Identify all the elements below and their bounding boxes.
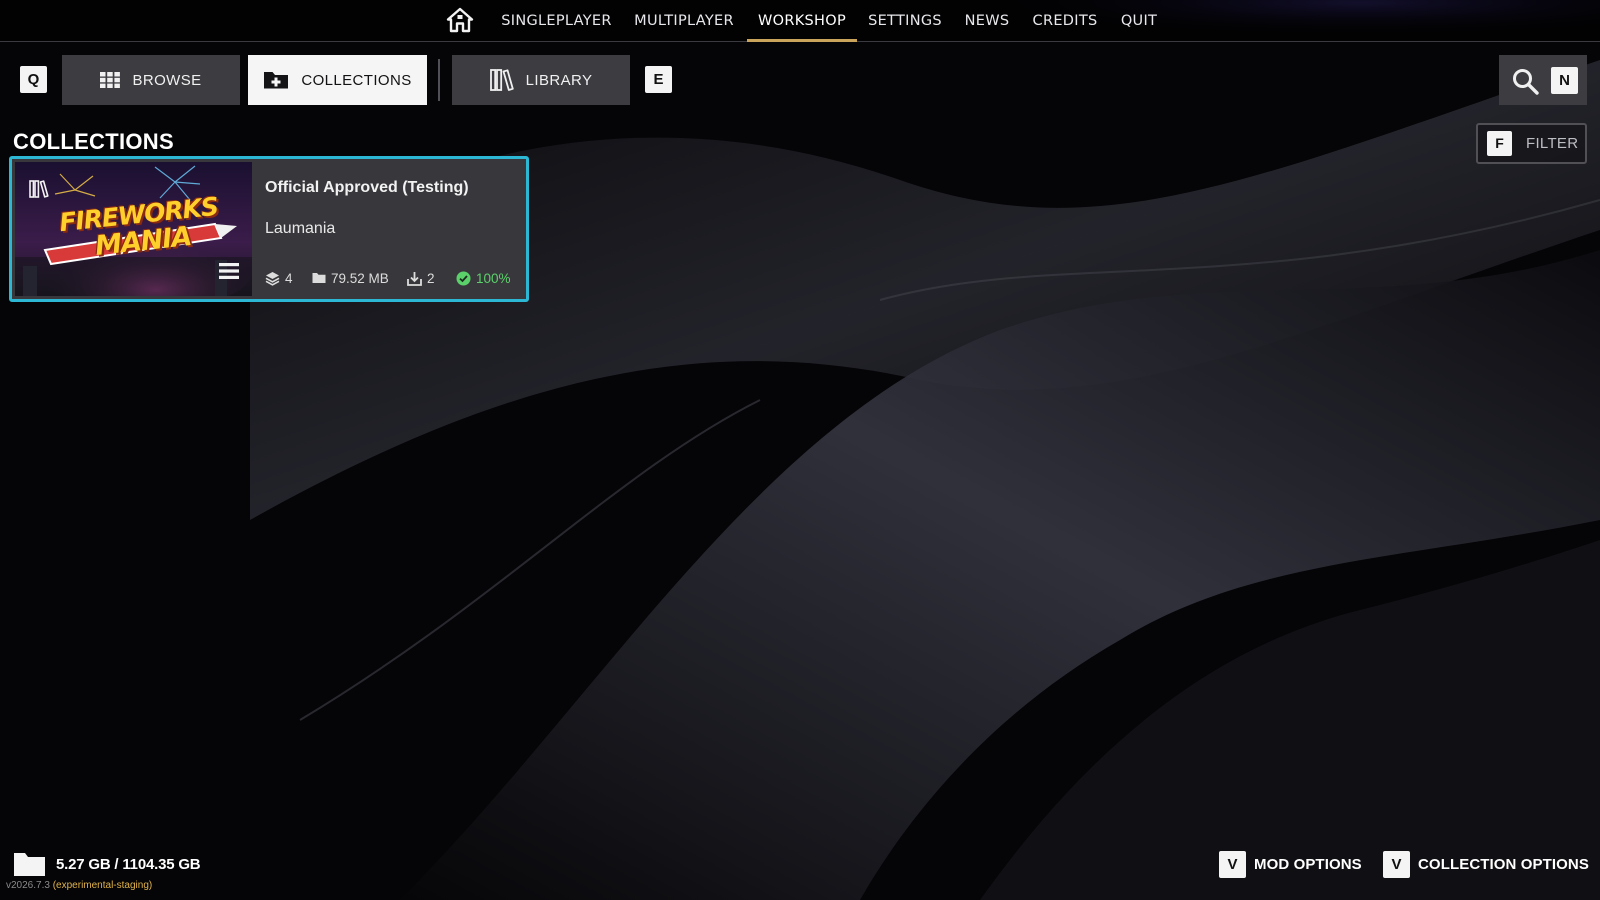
storage-text: 5.27 GB / 1104.35 GB: [56, 855, 201, 873]
hamburger-icon[interactable]: [219, 262, 239, 280]
collection-card[interactable]: FIREWORKS MANIA Official Approved (Testi…: [9, 156, 529, 302]
mod-options-key: V: [1219, 850, 1246, 878]
collections-tab-label: COLLECTIONS: [301, 71, 412, 89]
stat-downloads-value: 2: [427, 270, 435, 286]
library-tab[interactable]: LIBRARY: [452, 55, 630, 105]
workshop-toolbar: Q BROWSE COLLECTIONS LIBRARY E N F FILTE…: [0, 0, 1600, 170]
page-title: COLLECTIONS: [13, 129, 174, 154]
filter-label: FILTER: [1526, 135, 1579, 152]
collection-options-label: COLLECTION OPTIONS: [1418, 855, 1589, 873]
storage-indicator: 5.27 GB / 1104.35 GB: [13, 850, 201, 878]
books-icon: [489, 69, 514, 91]
layers-icon: [265, 271, 280, 286]
filter-key: F: [1487, 131, 1512, 156]
stat-mods: 4: [265, 270, 293, 286]
folder-icon: [312, 273, 326, 283]
books-icon: [29, 180, 49, 198]
prev-tab-key: Q: [20, 66, 47, 93]
stat-mods-value: 4: [285, 270, 293, 286]
collection-options-key: V: [1383, 850, 1410, 878]
stat-size: 79.52 MB: [312, 270, 389, 286]
mod-options-button[interactable]: V MOD OPTIONS: [1219, 850, 1362, 878]
stat-downloads: 2: [407, 270, 435, 286]
version-number: v2026.7.3: [6, 880, 50, 891]
search-icon: [1513, 69, 1539, 95]
toolbar-divider: [438, 59, 440, 101]
version-label: v2026.7.3 (experimental-staging): [6, 880, 152, 891]
grid-icon: [100, 72, 121, 88]
stat-complete: 100%: [456, 270, 511, 286]
collections-tab[interactable]: COLLECTIONS: [248, 55, 427, 105]
folder-plus-icon: [264, 72, 289, 89]
stat-complete-value: 100%: [476, 270, 511, 286]
collection-thumbnail: FIREWORKS MANIA: [15, 162, 252, 296]
browse-tab[interactable]: BROWSE: [62, 55, 240, 105]
stat-size-value: 79.52 MB: [331, 270, 389, 286]
next-tab-key: E: [645, 66, 672, 93]
collection-author: Laumania: [265, 220, 336, 237]
check-circle-icon: [456, 271, 471, 285]
filter-button[interactable]: F FILTER: [1476, 123, 1587, 164]
collection-title: Official Approved (Testing): [265, 179, 469, 196]
browse-tab-label: BROWSE: [132, 71, 202, 89]
library-tab-label: LIBRARY: [525, 71, 593, 89]
download-icon: [407, 271, 422, 286]
collection-options-button[interactable]: V COLLECTION OPTIONS: [1383, 850, 1589, 878]
search-key: N: [1551, 67, 1578, 94]
search-button[interactable]: N: [1499, 55, 1587, 105]
folder-icon: [14, 853, 45, 876]
mod-options-label: MOD OPTIONS: [1254, 855, 1362, 873]
version-branch: (experimental-staging): [52, 880, 153, 891]
